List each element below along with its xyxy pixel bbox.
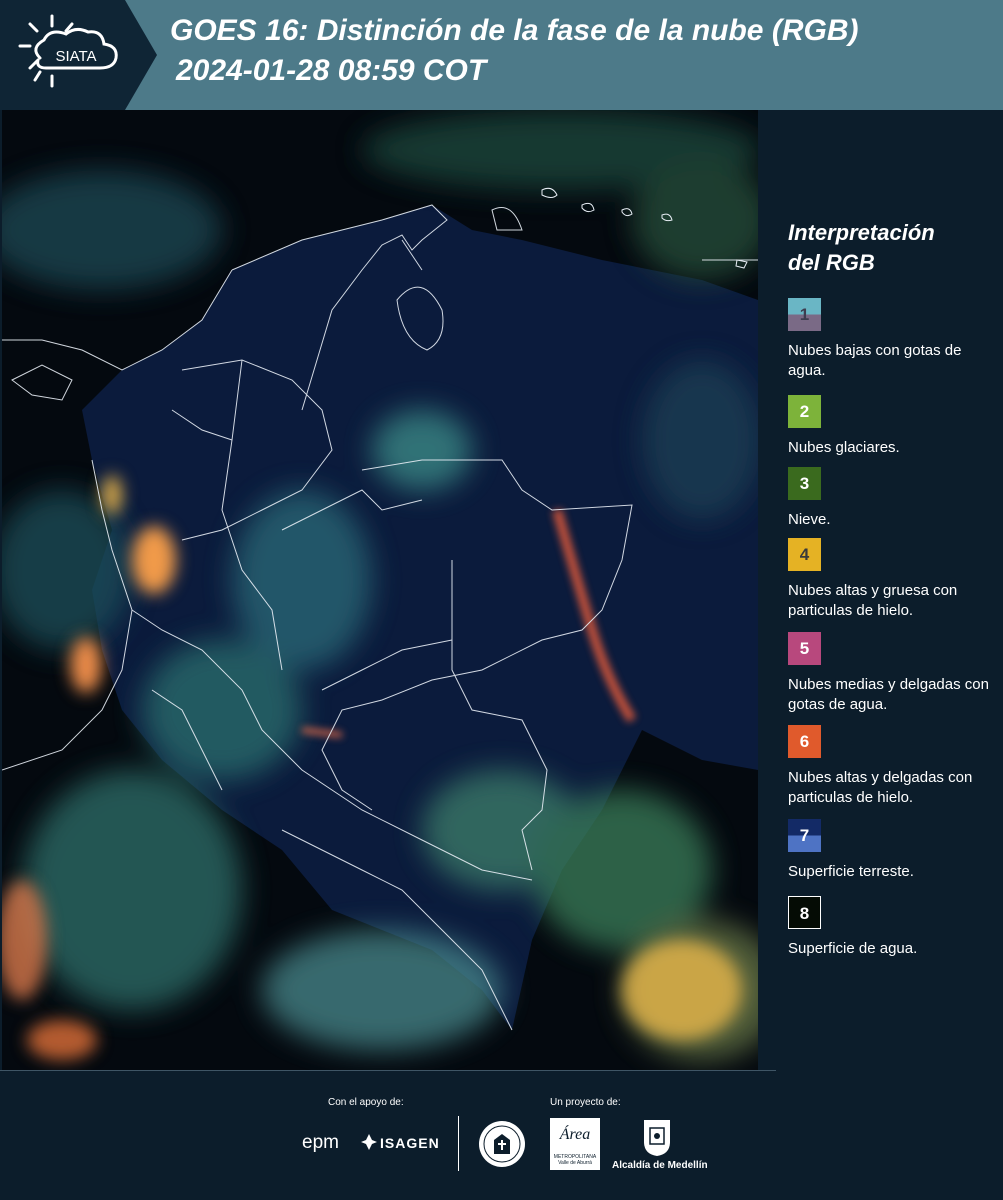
footer-divider-line [0, 1070, 776, 1071]
legend-label: Nubes glaciares. [788, 439, 900, 456]
area-logo-subtitle2: Valle de Aburrá [558, 1160, 592, 1166]
legend-title-line1: Interpretación [788, 220, 935, 245]
footer-logo-divider [458, 1116, 459, 1171]
legend-label: Nubes altas y delgadas con particulas de… [788, 769, 973, 806]
isagen-icon [360, 1133, 378, 1156]
legend-swatch: 7 [788, 819, 821, 852]
alcaldia-shield-icon [642, 1118, 672, 1163]
legend-item-7: 7 Superficie terreste. [788, 819, 993, 882]
legend-item-6: 6 Nubes altas y delgadas con particulas … [788, 725, 993, 808]
footer: Con el apoyo de: Un proyecto de: epm ISA… [0, 1070, 1003, 1200]
page-title: GOES 16: Distinción de la fase de la nub… [170, 14, 859, 47]
legend-item-4: 4 Nubes altas y gruesa con particulas de… [788, 538, 993, 621]
legend-item-3: 3 Nieve. [788, 467, 993, 530]
legend-swatch: 2 [788, 395, 821, 428]
legend-swatch: 3 [788, 467, 821, 500]
legend-title: Interpretación del RGB [788, 218, 988, 278]
legend-swatch: 6 [788, 725, 821, 758]
legend-swatch: 5 [788, 632, 821, 665]
alcaldia-logo-text: Alcaldía de Medellín [612, 1160, 708, 1171]
area-logo-text: Área [559, 1126, 591, 1143]
legend-item-2: 2 Nubes glaciares. [788, 395, 993, 458]
legend-label: Nubes bajas con gotas de agua. [788, 342, 962, 379]
legend-label: Superficie terreste. [788, 863, 914, 880]
support-label: Con el apoyo de: [328, 1097, 404, 1108]
epm-logo: epm [302, 1132, 339, 1153]
legend-label: Nubes medias y delgadas con gotas de agu… [788, 676, 989, 713]
legend-swatch: 8 [788, 896, 821, 929]
seal-icon [478, 1120, 526, 1173]
legend-swatch: 4 [788, 538, 821, 571]
area-metropolitana-logo: Área METROPOLITANA Valle de Aburrá [550, 1118, 600, 1170]
project-label: Un proyecto de: [550, 1097, 621, 1108]
legend-label: Nieve. [788, 511, 831, 528]
legend-item-1: 1 Nubes bajas con gotas de agua. [788, 298, 993, 381]
legend-label: Superficie de agua. [788, 940, 918, 957]
legend-panel: Interpretación del RGB 1 Nubes bajas con… [770, 110, 1003, 1070]
timestamp: 2024-01-28 08:59 COT [176, 54, 487, 87]
legend-item-5: 5 Nubes medias y delgadas con gotas de a… [788, 632, 993, 715]
siata-logo: SIATA [0, 0, 160, 110]
legend-swatch: 1 [788, 298, 821, 331]
legend-title-line2: del RGB [788, 250, 875, 275]
header-bar: SIATA GOES 16: Distinción de la fase de … [0, 0, 1003, 110]
legend-label: Nubes altas y gruesa con particulas de h… [788, 582, 958, 619]
isagen-logo: ISAGEN [380, 1135, 440, 1151]
satellite-map[interactable] [2, 110, 758, 1070]
logo-text: SIATA [55, 48, 96, 65]
legend-item-8: 8 Superficie de agua. [788, 896, 993, 959]
